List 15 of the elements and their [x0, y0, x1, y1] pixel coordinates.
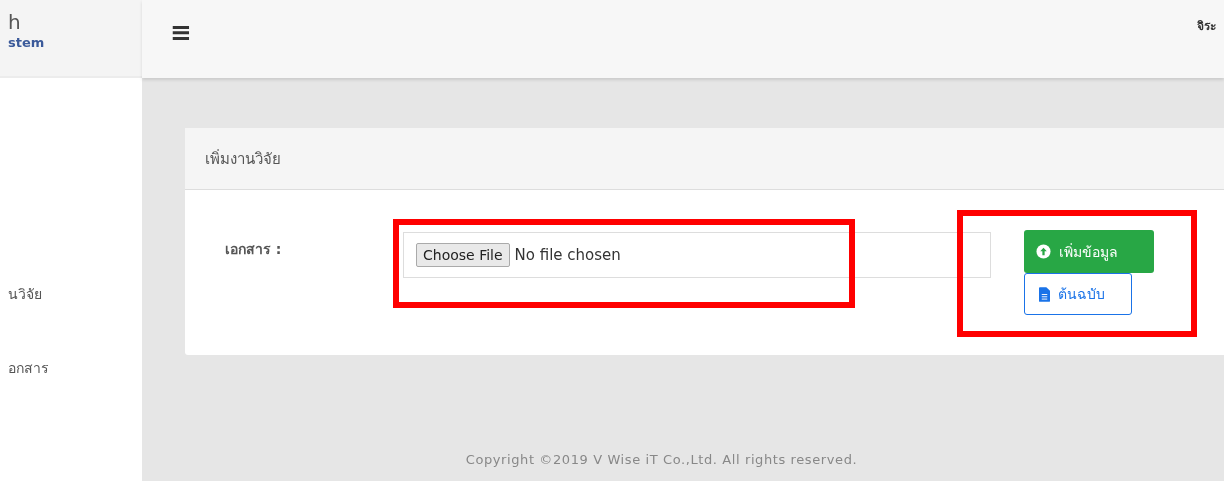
menu-icon[interactable]: ≡	[170, 19, 192, 45]
choose-file-button[interactable]: Choose File	[416, 243, 510, 267]
card-title: เพิ่มงานวิจัย	[205, 148, 281, 170]
document-icon	[1039, 286, 1050, 302]
original-document-button[interactable]: ต้นฉบับ	[1024, 273, 1132, 315]
field-label: เอกสาร :	[225, 240, 283, 259]
sidebar-item[interactable]: นวิจัย	[8, 283, 142, 305]
logo-title: h	[8, 10, 22, 34]
user-name[interactable]: จิระ	[1197, 16, 1216, 35]
sidebar-item[interactable]: อกสาร	[8, 357, 142, 379]
file-field[interactable]: Choose File No file chosen	[403, 232, 991, 278]
copyright-text: Copyright ©2019 V Wise iT Co.,Ltd. All rights reserved.	[464, 452, 859, 467]
upload-icon	[1036, 244, 1051, 259]
logo-subtitle: stem	[8, 34, 46, 52]
file-status-text: No file chosen	[514, 246, 621, 264]
